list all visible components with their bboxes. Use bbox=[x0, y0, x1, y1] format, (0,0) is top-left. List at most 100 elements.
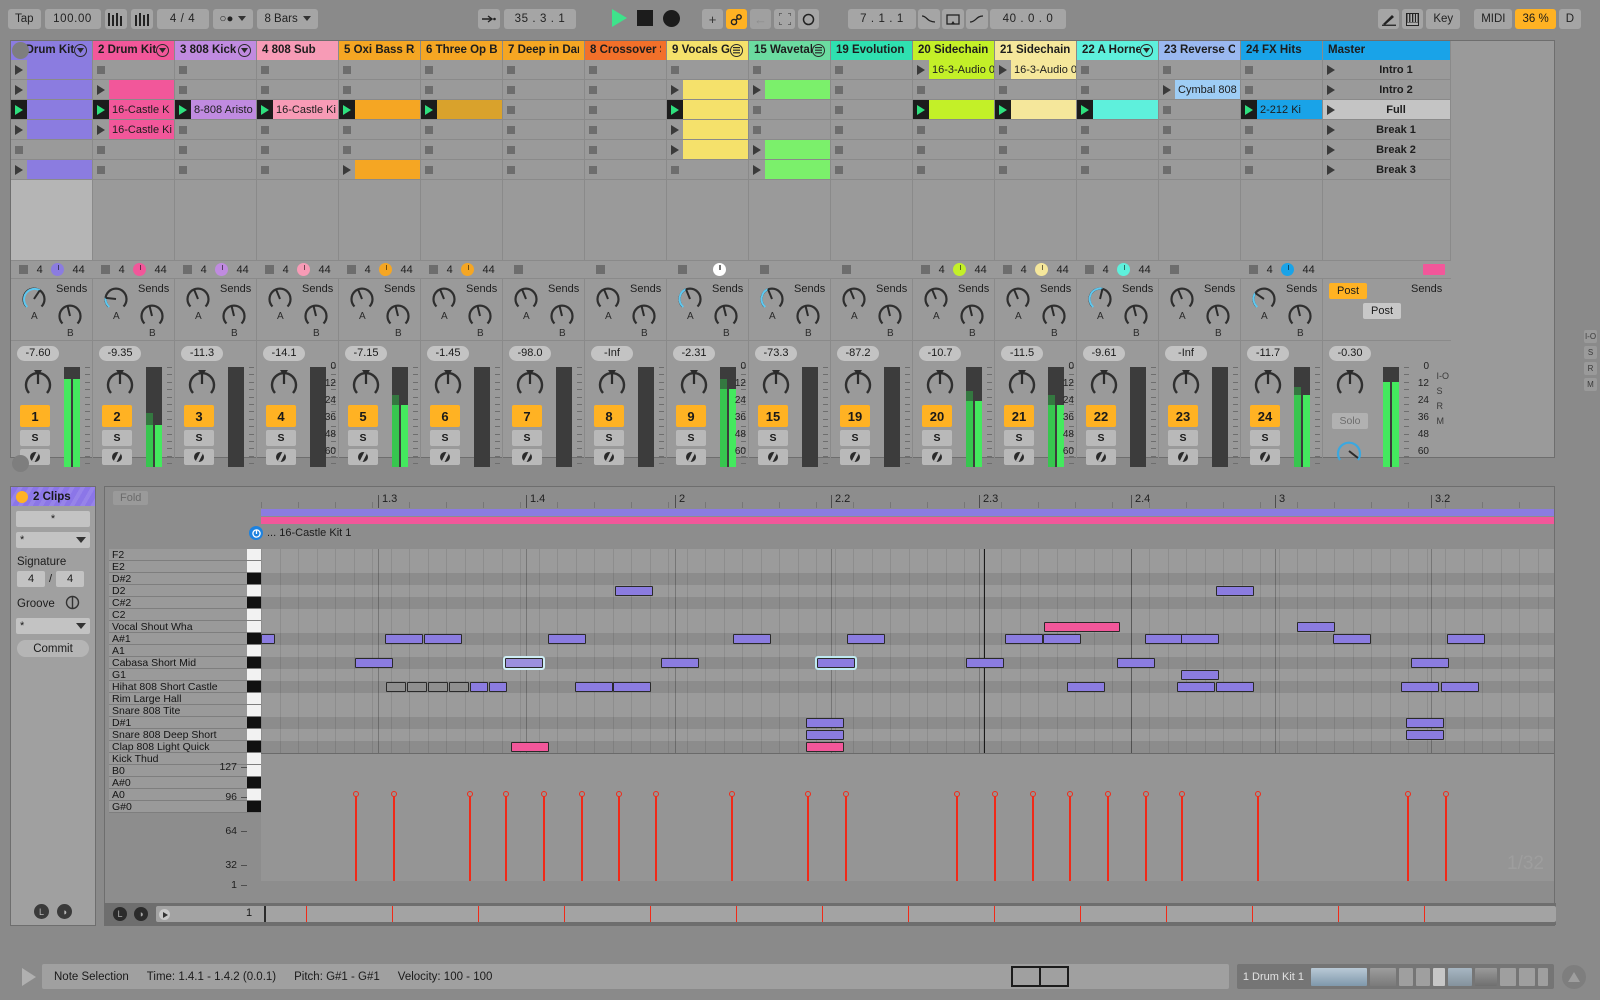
track-solo-button[interactable]: S bbox=[676, 430, 706, 446]
send-b-knob[interactable] bbox=[547, 301, 577, 331]
velocity-handle[interactable] bbox=[467, 791, 473, 798]
track-pan-knob[interactable] bbox=[267, 367, 301, 401]
clip-slot-spacer[interactable] bbox=[93, 180, 175, 261]
scene-launch-icon[interactable] bbox=[1323, 100, 1339, 119]
track-volume-value[interactable]: -10.7 bbox=[919, 346, 961, 361]
clip-slot-empty[interactable] bbox=[913, 120, 995, 140]
track-volume-value[interactable]: -11.5 bbox=[1001, 346, 1043, 361]
track-monitor-dial[interactable] bbox=[953, 263, 967, 276]
chevron-down-icon[interactable] bbox=[238, 44, 251, 57]
clip-slot[interactable]: 16-3-Audio 0002 bbox=[995, 60, 1077, 80]
track-monitor-dial[interactable] bbox=[133, 263, 147, 276]
clip-slot-empty[interactable] bbox=[503, 140, 585, 160]
clip-slot[interactable] bbox=[11, 60, 93, 80]
clip-stop-icon[interactable] bbox=[93, 140, 109, 159]
track-activator-8[interactable]: 8 bbox=[594, 405, 624, 427]
clip-stop-icon[interactable] bbox=[913, 160, 929, 179]
clip-stop-icon[interactable] bbox=[831, 120, 847, 139]
clip-stop-icon[interactable] bbox=[749, 120, 765, 139]
clip-stop-icon[interactable] bbox=[339, 80, 355, 99]
clip-stop-icon[interactable] bbox=[1159, 60, 1175, 79]
clip-slot-empty[interactable] bbox=[175, 60, 257, 80]
track-volume-value[interactable]: -87.2 bbox=[837, 346, 879, 361]
phase-icon[interactable]: ◑ bbox=[134, 907, 148, 921]
clip-slot-empty[interactable] bbox=[831, 120, 913, 140]
midi-note[interactable] bbox=[1181, 670, 1219, 680]
clip-name[interactable]: 8-808 Aristo bbox=[191, 100, 256, 119]
track-name-14[interactable]: 22 A Hornet bbox=[1077, 41, 1159, 60]
key-row[interactable]: C#2 bbox=[109, 597, 261, 609]
send-b-knob[interactable] bbox=[1039, 301, 1069, 331]
clip-slot-empty[interactable] bbox=[1077, 80, 1159, 100]
clip-slot[interactable]: 2-212 Ki bbox=[1241, 100, 1323, 120]
scene-slot-1[interactable]: Intro 1 bbox=[1323, 60, 1451, 80]
clip-slot-empty[interactable] bbox=[585, 60, 667, 80]
clip-slot-empty[interactable] bbox=[995, 120, 1077, 140]
midi-note[interactable] bbox=[1005, 634, 1043, 644]
session-overview-icon[interactable] bbox=[12, 455, 29, 472]
clip-slot-empty[interactable] bbox=[93, 160, 175, 180]
clip-name[interactable] bbox=[1011, 100, 1076, 119]
clip-stop-icon[interactable] bbox=[257, 60, 273, 79]
velocity-handle[interactable] bbox=[1105, 791, 1111, 798]
metronome-icon[interactable] bbox=[104, 9, 127, 29]
track-volume-value[interactable]: -7.15 bbox=[345, 346, 387, 361]
track-solo-button[interactable]: S bbox=[512, 430, 542, 446]
clip-slot-empty[interactable] bbox=[749, 120, 831, 140]
midi-note[interactable] bbox=[489, 682, 507, 692]
track-volume-value[interactable]: -73.3 bbox=[755, 346, 797, 361]
refresh-icon[interactable] bbox=[65, 595, 80, 613]
key-row[interactable]: D2 bbox=[109, 585, 261, 597]
clip-stop-icon[interactable] bbox=[175, 120, 191, 139]
clip-slot-empty[interactable] bbox=[1159, 120, 1241, 140]
clip-stop-icon[interactable] bbox=[1241, 120, 1257, 139]
clip-name[interactable] bbox=[765, 160, 830, 179]
velocity-stem[interactable] bbox=[1069, 794, 1071, 881]
loop-icon[interactable] bbox=[798, 9, 819, 29]
tap-tempo-button[interactable]: Tap bbox=[8, 9, 41, 29]
track-solo-button[interactable]: S bbox=[1168, 430, 1198, 446]
scene-launch-icon[interactable] bbox=[1323, 160, 1339, 179]
clip-name[interactable] bbox=[109, 80, 174, 99]
send-b-knob[interactable] bbox=[383, 301, 413, 331]
track-arm-button[interactable] bbox=[1250, 449, 1280, 465]
track-arm-button[interactable] bbox=[676, 449, 706, 465]
status-expand-icon[interactable] bbox=[22, 968, 36, 986]
clip-name[interactable] bbox=[765, 140, 830, 159]
clip-slot-empty[interactable] bbox=[175, 80, 257, 100]
device-chip[interactable] bbox=[1448, 967, 1472, 986]
clip-slot-empty[interactable] bbox=[1077, 60, 1159, 80]
clip-slot-empty[interactable] bbox=[585, 140, 667, 160]
velocity-handle[interactable] bbox=[503, 791, 509, 798]
clip-play-icon[interactable] bbox=[995, 100, 1011, 119]
clip-slot-spacer[interactable] bbox=[421, 180, 503, 261]
track-monitor-dial[interactable] bbox=[712, 263, 726, 276]
track-name-11[interactable]: 19 Evolution bbox=[831, 41, 913, 60]
key-row[interactable]: Clap 808 Light Quick bbox=[109, 741, 261, 753]
clip-slot[interactable] bbox=[913, 100, 995, 120]
velocity-handle[interactable] bbox=[1067, 791, 1073, 798]
clip-slot[interactable]: 8-808 Aristo bbox=[175, 100, 257, 120]
velocity-handle[interactable] bbox=[1179, 791, 1185, 798]
clip-stop-icon[interactable] bbox=[831, 140, 847, 159]
clip-play-icon[interactable] bbox=[421, 100, 437, 119]
returns-toggle-icon[interactable]: R bbox=[1584, 362, 1597, 375]
clip-stop-icon[interactable] bbox=[421, 160, 437, 179]
track-arm-button[interactable] bbox=[1086, 449, 1116, 465]
clip-slot-empty[interactable] bbox=[913, 160, 995, 180]
midi-note[interactable] bbox=[407, 682, 427, 692]
track-io-row[interactable]: 4 44 bbox=[339, 261, 421, 279]
clip-stop-icon[interactable] bbox=[1077, 120, 1093, 139]
stop-icon[interactable] bbox=[637, 10, 653, 26]
track-monitor-dial[interactable] bbox=[461, 263, 475, 276]
track-solo-button[interactable]: S bbox=[840, 430, 870, 446]
session-side-buttons[interactable]: I-O S R M bbox=[1584, 330, 1598, 394]
clip-slot-empty[interactable] bbox=[175, 120, 257, 140]
clip-stop-icon[interactable] bbox=[257, 120, 273, 139]
loop-start-field[interactable]: 7 . 1 . 1 bbox=[848, 9, 916, 29]
commit-button[interactable]: Commit bbox=[17, 640, 89, 657]
clip-name[interactable]: 16-Castle Ki bbox=[109, 120, 174, 139]
track-stop-icon[interactable] bbox=[429, 265, 439, 274]
velocity-stem[interactable] bbox=[1407, 794, 1409, 881]
clip-slot-spacer[interactable] bbox=[585, 180, 667, 261]
